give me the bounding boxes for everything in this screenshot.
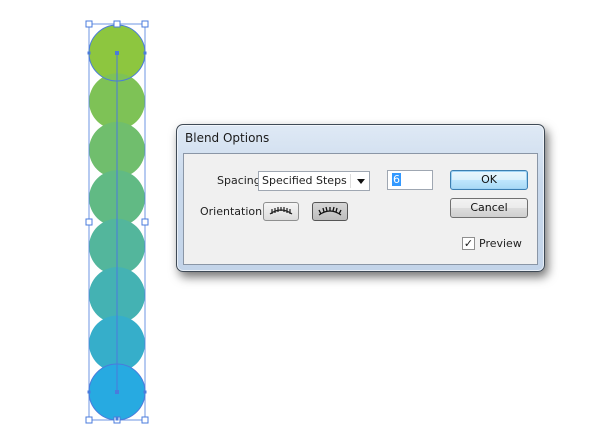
preview-label: Preview xyxy=(479,237,522,250)
cancel-button[interactable]: Cancel xyxy=(450,198,528,218)
spine-anchor-start[interactable] xyxy=(115,51,119,55)
align-to-page-button[interactable] xyxy=(263,202,299,221)
spacing-dropdown-value: Specified Steps xyxy=(262,174,347,187)
dropdown-separator xyxy=(350,174,351,188)
bounding-box-handle[interactable] xyxy=(141,416,149,424)
align-to-page-icon xyxy=(269,207,293,215)
bounding-box-handle[interactable] xyxy=(141,20,149,28)
preview-checkbox[interactable]: ✓ xyxy=(462,237,475,250)
checkmark-icon: ✓ xyxy=(463,237,474,250)
dialog-title: Blend Options xyxy=(185,131,270,145)
anchor-point[interactable] xyxy=(87,51,91,55)
steps-input-value: 6 xyxy=(392,173,401,186)
anchor-point[interactable] xyxy=(115,417,119,421)
anchor-point[interactable] xyxy=(87,390,91,394)
align-to-path-icon xyxy=(318,206,342,216)
anchor-point[interactable] xyxy=(143,51,147,55)
blend-options-dialog: Blend Options Spacing: Specified Steps 6… xyxy=(176,124,545,272)
bounding-box-handle[interactable] xyxy=(85,218,93,226)
chevron-down-icon[interactable] xyxy=(357,179,365,184)
align-to-path-button[interactable] xyxy=(312,202,348,221)
spacing-dropdown[interactable]: Specified Steps xyxy=(258,171,370,191)
selection-bounding-box[interactable] xyxy=(85,20,149,424)
bounding-box-handle[interactable] xyxy=(85,20,93,28)
bounding-box-handle[interactable] xyxy=(113,20,121,28)
steps-input[interactable]: 6 xyxy=(387,170,433,190)
ok-button[interactable]: OK xyxy=(450,170,528,190)
orientation-label: Orientation: xyxy=(200,205,266,218)
bounding-box-handle[interactable] xyxy=(141,218,149,226)
dialog-body: Spacing: Specified Steps 6 Orientation: xyxy=(183,153,538,265)
bounding-box-handle[interactable] xyxy=(85,416,93,424)
spine-anchor-end[interactable] xyxy=(115,390,119,394)
anchor-point[interactable] xyxy=(143,390,147,394)
